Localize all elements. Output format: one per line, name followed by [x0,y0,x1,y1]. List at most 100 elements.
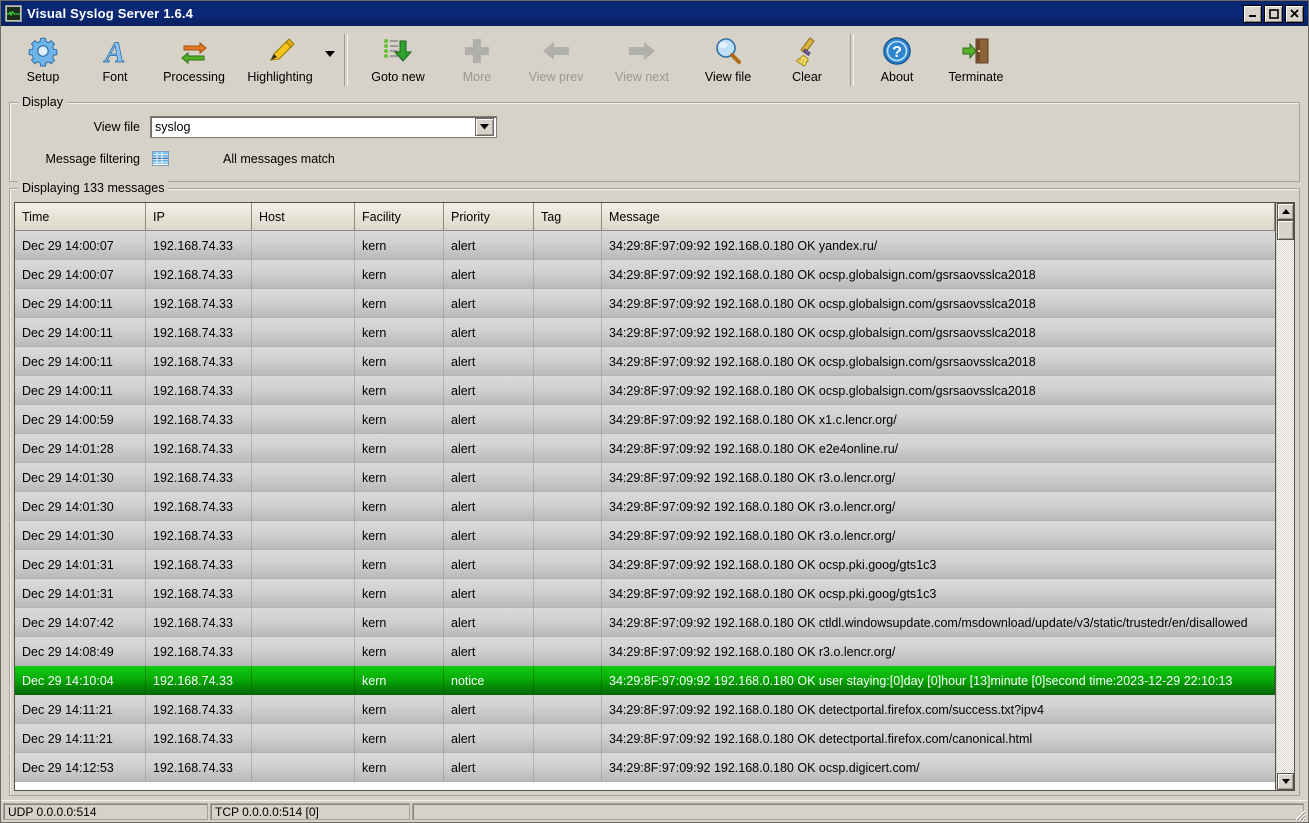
cell-facility: kern [355,637,444,666]
cell-time: Dec 29 14:00:07 [15,231,146,260]
toolbar-label: Font [102,70,128,84]
toolbar-label: Processing [163,70,225,84]
column-header-time[interactable]: Time [15,203,146,231]
table-row[interactable]: Dec 29 14:00:11 192.168.74.33 kern alert 34:… [15,376,1275,405]
table-row[interactable]: Dec 29 14:10:04 192.168.74.33 kern notice 34… [15,666,1275,695]
toolbar-button-more[interactable]: More [441,30,513,92]
messages-group-title: Displaying 133 messages [18,181,169,195]
column-header-tag[interactable]: Tag [534,203,602,231]
column-header-facility[interactable]: Facility [355,203,444,231]
arrow-right-icon [626,34,658,68]
toolbar-label: View file [704,70,752,84]
cell-host [252,666,355,695]
toolbar-button-font[interactable]: A Font [79,30,151,92]
table-row[interactable]: Dec 29 14:00:07 192.168.74.33 kern alert 34:… [15,260,1275,289]
cell-priority: alert [444,637,534,666]
toolbar-button-about[interactable]: ? About [861,30,933,92]
table-row[interactable]: Dec 29 14:07:42 192.168.74.33 kern alert 34:… [15,608,1275,637]
cell-ip: 192.168.74.33 [146,405,252,434]
toolbar-button-view-file[interactable]: View file [685,30,771,92]
toolbar-label: Terminate [948,70,1004,84]
cell-facility: kern [355,666,444,695]
cell-host [252,231,355,260]
column-header-message[interactable]: Message [602,203,1275,231]
resize-grip-icon[interactable] [1292,807,1306,821]
cell-facility: kern [355,376,444,405]
cell-tag [534,608,602,637]
column-header-ip[interactable]: IP [146,203,252,231]
question-circle-icon: ? [881,34,913,68]
cell-time: Dec 29 14:07:42 [15,608,146,637]
table-row[interactable]: Dec 29 14:08:49 192.168.74.33 kern alert 34:… [15,637,1275,666]
table-row[interactable]: Dec 29 14:00:07 192.168.74.33 kern alert 34:… [15,231,1275,260]
status-extra [412,803,1304,820]
chevron-down-icon [325,50,335,57]
table-row[interactable]: Dec 29 14:01:30 192.168.74.33 kern alert 34:… [15,492,1275,521]
scroll-down-icon [1281,779,1290,784]
maximize-icon [1269,9,1279,19]
cell-facility: kern [355,289,444,318]
scroll-down-button[interactable] [1277,773,1294,790]
column-header-host[interactable]: Host [252,203,355,231]
cell-message: 34:29:8F:97:09:92 192.168.0.180 OK ocsp.… [609,296,1036,311]
cell-time: Dec 29 14:10:04 [15,666,146,695]
table-row[interactable]: Dec 29 14:01:30 192.168.74.33 kern alert 34:… [15,521,1275,550]
view-file-combobox[interactable]: syslog [150,116,497,138]
toolbar-button-clear[interactable]: Clear [771,30,843,92]
messages-vertical-scrollbar[interactable] [1276,203,1294,790]
cell-ip: 192.168.74.33 [146,318,252,347]
table-row[interactable]: Dec 29 14:11:21 192.168.74.33 kern alert 34:… [15,724,1275,753]
table-row[interactable]: Dec 29 14:00:59 192.168.74.33 kern alert 34:… [15,405,1275,434]
message-filtering-row: Message filtering All messages match [10,151,1299,166]
highlighting-dropdown-button[interactable] [323,30,337,92]
cell-tag [534,318,602,347]
toolbar-button-setup[interactable]: Setup [7,30,79,92]
toolbar-label: Goto new [371,70,425,84]
table-row[interactable]: Dec 29 14:01:28 192.168.74.33 kern alert 34:… [15,434,1275,463]
scroll-up-button[interactable] [1277,203,1294,220]
toolbar-label: Clear [792,70,822,84]
table-row[interactable]: Dec 29 14:00:11 192.168.74.33 kern alert 34:… [15,318,1275,347]
cell-priority: alert [444,318,534,347]
cell-time: Dec 29 14:01:30 [15,492,146,521]
table-row[interactable]: Dec 29 14:12:53 192.168.74.33 kern alert 34:… [15,753,1275,782]
messages-listview: Time IP Host Facility Priority Tag Messa… [14,202,1295,791]
view-file-row: View file syslog [10,116,1299,138]
column-header-priority[interactable]: Priority [444,203,534,231]
toolbar-label: View prev [528,70,584,84]
toolbar-button-terminate[interactable]: Terminate [933,30,1019,92]
toolbar-button-goto-new[interactable]: Goto new [355,30,441,92]
cell-priority: alert [444,521,534,550]
message-filtering-label: Message filtering [45,151,141,166]
maximize-button[interactable] [1264,4,1283,23]
view-file-dropdown-button[interactable] [475,118,494,136]
table-row[interactable]: Dec 29 14:01:31 192.168.74.33 kern alert 34:… [15,579,1275,608]
toolbar-button-view-next[interactable]: View next [599,30,685,92]
cell-tag [534,463,602,492]
table-row[interactable]: Dec 29 14:01:30 192.168.74.33 kern alert 34:… [15,463,1275,492]
highlighter-pen-icon [264,34,296,68]
cell-time: Dec 29 14:01:28 [15,434,146,463]
scrollbar-track[interactable] [1277,240,1294,773]
toolbar-button-view-prev[interactable]: View prev [513,30,599,92]
cell-time: Dec 29 14:00:11 [15,289,146,318]
cell-host [252,753,355,782]
cell-message: 34:29:8F:97:09:92 192.168.0.180 OK user … [602,666,1275,695]
minimize-button[interactable] [1243,4,1262,23]
close-button[interactable] [1285,4,1304,23]
table-row[interactable]: Dec 29 14:00:11 192.168.74.33 kern alert 34:… [15,347,1275,376]
toolbar-button-processing[interactable]: Processing [151,30,237,92]
scrollbar-thumb[interactable] [1277,220,1294,240]
table-row[interactable]: Dec 29 14:00:11 192.168.74.33 kern alert 34:… [15,289,1275,318]
toolbar-button-highlighting[interactable]: Highlighting [237,30,323,92]
table-row[interactable]: Dec 29 14:01:31 192.168.74.33 kern alert 34:… [15,550,1275,579]
cell-message: 34:29:8F:97:09:92 192.168.0.180 OK r3.o.… [609,644,896,659]
cell-message: 34:29:8F:97:09:92 192.168.0.180 OK detec… [609,731,1033,746]
cell-facility: kern [355,579,444,608]
cell-ip: 192.168.74.33 [146,753,252,782]
minimize-icon [1249,15,1256,17]
cell-priority: alert [444,405,534,434]
table-row[interactable]: Dec 29 14:11:21 192.168.74.33 kern alert 34:… [15,695,1275,724]
filter-grid-icon[interactable] [152,151,169,166]
cell-host [252,724,355,753]
